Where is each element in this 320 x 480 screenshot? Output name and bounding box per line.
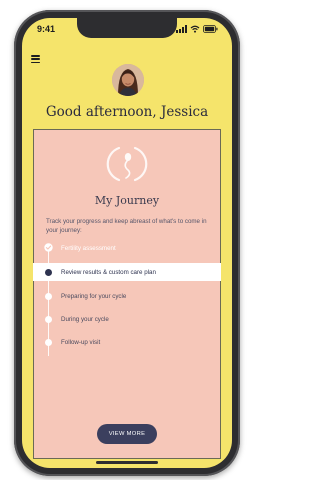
check-icon [44, 243, 53, 252]
app-screen: 9:41 Good afternoon, Jessica My Journey … [22, 18, 232, 468]
journey-title: My Journey [94, 194, 160, 207]
step-follow-up-visit[interactable]: Follow-up visit [34, 333, 220, 351]
phone-frame: 9:41 Good afternoon, Jessica My Journey … [14, 10, 240, 476]
step-dot [45, 338, 52, 346]
step-label: Follow-up visit [61, 338, 101, 346]
step-preparing-cycle[interactable]: Preparing for your cycle [34, 287, 220, 305]
journey-description: Track your progress and keep abreast of … [46, 218, 207, 234]
step-review-results[interactable]: Review results & custom care plan [33, 263, 221, 281]
hamburger-menu-icon[interactable] [31, 55, 40, 63]
view-more-button[interactable]: VIEW MORE [97, 424, 157, 444]
step-label: Fertility assessment [61, 244, 116, 252]
home-indicator[interactable] [96, 461, 158, 464]
status-time: 9:41 [37, 24, 56, 34]
step-label: During your cycle [61, 315, 109, 323]
sperm-circle-icon [105, 142, 149, 186]
step-dot [45, 315, 52, 323]
step-fertility-assessment[interactable]: Fertility assessment [34, 239, 220, 257]
step-label: Preparing for your cycle [61, 292, 127, 300]
step-during-cycle[interactable]: During your cycle [34, 310, 220, 328]
journey-card: My Journey Track your progress and keep … [33, 129, 221, 459]
step-dot [45, 292, 52, 300]
greeting-heading: Good afternoon, Jessica [45, 104, 209, 120]
signal-icon [176, 25, 187, 33]
step-label: Review results & custom care plan [61, 268, 156, 276]
avatar[interactable] [112, 64, 144, 96]
status-icons [176, 24, 218, 34]
journey-steps: Fertility assessment Review results & cu… [33, 238, 221, 378]
phone-notch [77, 18, 177, 38]
current-step-dot [45, 268, 52, 276]
wifi-icon [190, 25, 200, 33]
battery-icon [203, 25, 218, 33]
